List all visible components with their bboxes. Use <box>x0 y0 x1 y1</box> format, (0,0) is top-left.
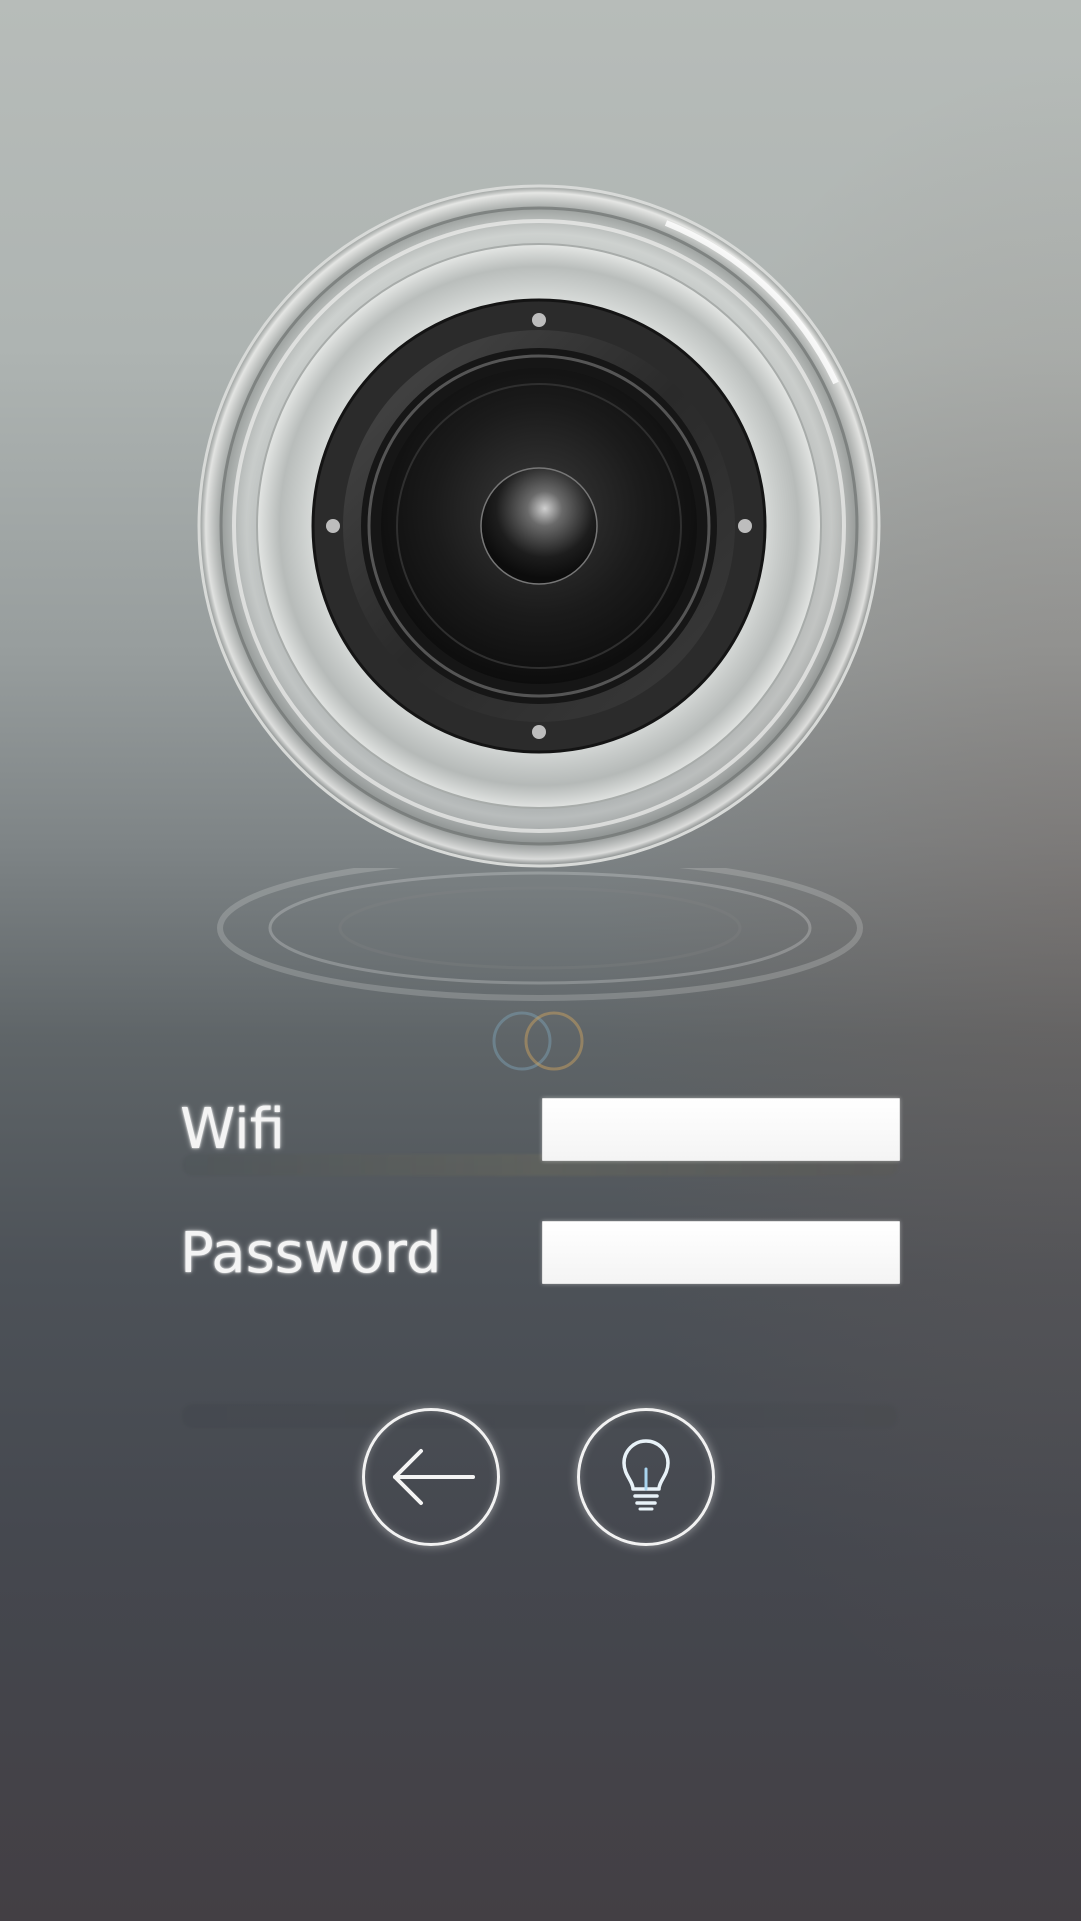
back-button[interactable] <box>362 1408 500 1546</box>
hint-button[interactable] <box>577 1408 715 1546</box>
speaker-image <box>197 184 881 868</box>
wifi-label: Wifi <box>180 1097 285 1162</box>
lens-flare-decoration <box>492 1011 584 1071</box>
lightbulb-icon <box>622 1439 670 1511</box>
decorative-band <box>182 1404 898 1428</box>
password-label: Password <box>180 1221 442 1286</box>
arrow-left-icon <box>393 1449 475 1505</box>
wifi-input[interactable] <box>542 1098 900 1161</box>
password-input[interactable] <box>542 1221 900 1284</box>
